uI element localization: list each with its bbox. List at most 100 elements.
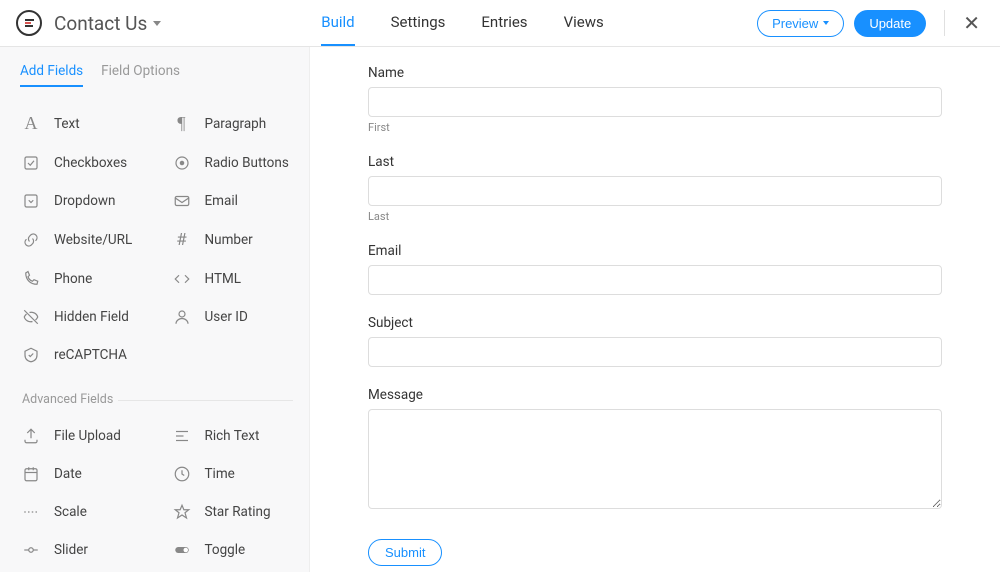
field-type-label: Phone: [54, 271, 92, 287]
field-label: Last: [368, 154, 942, 170]
field-type-phone[interactable]: Phone: [4, 260, 155, 298]
field-type-paragraph[interactable]: ¶ Paragraph: [155, 103, 306, 144]
field-type-label: Website/URL: [54, 232, 132, 248]
form-title: Contact Us: [54, 12, 147, 35]
recaptcha-icon: [20, 346, 42, 364]
field-label: Subject: [368, 315, 942, 331]
close-icon: ✕: [963, 11, 980, 35]
basic-fields-grid: AText ¶ Paragraph Checkboxes Radio Buttons Dr…: [0, 97, 309, 380]
field-type-text[interactable]: AText: [4, 103, 155, 144]
star-icon: [171, 503, 193, 521]
form-field: Last Last: [368, 154, 942, 223]
advanced-fields-header: Advanced Fields: [0, 380, 309, 411]
field-type-time[interactable]: Time: [155, 455, 306, 493]
field-type-email[interactable]: Email: [155, 182, 306, 220]
field-type-slider[interactable]: Slider: [4, 531, 155, 569]
field-type-label: HTML: [205, 271, 242, 287]
field-type-label: Dropdown: [54, 193, 116, 209]
toggle-icon: [171, 541, 193, 559]
tab-settings[interactable]: Settings: [391, 0, 446, 46]
form-field: Message: [368, 387, 942, 513]
preview-button[interactable]: Preview: [757, 10, 844, 37]
tab-build[interactable]: Build: [321, 0, 354, 46]
hidden-icon: [20, 308, 42, 326]
app-logo: [16, 10, 42, 36]
nav-tabs: Build Settings Entries Views: [321, 0, 603, 46]
field-input[interactable]: [368, 87, 942, 117]
field-type-userid[interactable]: User ID: [155, 298, 306, 336]
field-input[interactable]: [368, 265, 942, 295]
close-button[interactable]: ✕: [959, 7, 984, 39]
field-sublabel: First: [368, 121, 942, 134]
field-sublabel: Last: [368, 210, 942, 223]
field-input[interactable]: [368, 337, 942, 367]
scale-icon: [20, 503, 42, 521]
form-field: Subject: [368, 315, 942, 367]
field-type-html[interactable]: HTML: [155, 260, 306, 298]
field-type-label: Date: [54, 466, 82, 482]
field-label: Name: [368, 65, 942, 81]
email-icon: [171, 192, 193, 210]
tab-views[interactable]: Views: [564, 0, 604, 46]
field-type-upload[interactable]: File Upload: [4, 417, 155, 455]
field-type-url[interactable]: Website/URL: [4, 220, 155, 260]
form-field: Name First: [368, 65, 942, 134]
field-input[interactable]: [368, 176, 942, 206]
field-type-label: Paragraph: [205, 116, 267, 132]
radio-icon: [171, 154, 193, 172]
field-input[interactable]: [368, 409, 942, 509]
field-type-label: File Upload: [54, 428, 121, 444]
field-type-label: Scale: [54, 504, 87, 520]
field-type-label: Hidden Field: [54, 309, 129, 325]
checkboxes-icon: [20, 154, 42, 172]
update-button[interactable]: Update: [854, 10, 926, 37]
slider-icon: [20, 541, 42, 559]
chevron-down-icon: [823, 21, 829, 25]
field-type-hidden[interactable]: Hidden Field: [4, 298, 155, 336]
field-type-number[interactable]: # Number: [155, 220, 306, 260]
field-type-radio[interactable]: Radio Buttons: [155, 144, 306, 182]
field-type-label: Checkboxes: [54, 155, 127, 171]
number-icon: #: [171, 230, 193, 250]
field-type-label: Star Rating: [205, 504, 271, 520]
field-type-scale[interactable]: Scale: [4, 493, 155, 531]
field-type-label: Time: [205, 466, 235, 482]
text-icon: A: [20, 113, 42, 134]
phone-icon: [20, 270, 42, 288]
paragraph-icon: ¶: [171, 113, 193, 134]
field-type-label: Email: [205, 193, 238, 209]
field-type-label: Slider: [54, 542, 88, 558]
field-type-toggle[interactable]: Toggle: [155, 531, 306, 569]
divider: [944, 10, 945, 36]
dropdown-icon: [20, 192, 42, 210]
form-title-dropdown[interactable]: Contact Us: [54, 12, 161, 35]
field-type-label: Rich Text: [205, 428, 260, 444]
sidebar: Add Fields Field Options AText ¶ Paragraph…: [0, 47, 310, 572]
field-type-checkboxes[interactable]: Checkboxes: [4, 144, 155, 182]
preview-label: Preview: [772, 16, 818, 31]
field-type-label: Number: [205, 232, 253, 248]
field-type-label: reCAPTCHA: [54, 347, 127, 363]
date-icon: [20, 465, 42, 483]
chevron-down-icon: [153, 21, 161, 26]
tab-entries[interactable]: Entries: [481, 0, 527, 46]
sidebar-tab-add-fields[interactable]: Add Fields: [20, 63, 83, 87]
field-type-label: Toggle: [205, 542, 246, 558]
field-type-dropdown[interactable]: Dropdown: [4, 182, 155, 220]
time-icon: [171, 465, 193, 483]
form-field: Email: [368, 243, 942, 295]
field-type-star[interactable]: Star Rating: [155, 493, 306, 531]
field-type-label: User ID: [205, 309, 248, 325]
field-type-label: Radio Buttons: [205, 155, 289, 171]
sidebar-tab-field-options[interactable]: Field Options: [101, 63, 180, 87]
field-type-richtext[interactable]: Rich Text: [155, 417, 306, 455]
field-type-date[interactable]: Date: [4, 455, 155, 493]
userid-icon: [171, 308, 193, 326]
upload-icon: [20, 427, 42, 445]
html-icon: [171, 270, 193, 288]
field-label: Message: [368, 387, 942, 403]
field-type-recaptcha[interactable]: reCAPTCHA: [4, 336, 305, 374]
submit-button[interactable]: Submit: [368, 539, 442, 566]
header: Contact Us Build Settings Entries Views …: [0, 0, 1000, 47]
field-label: Email: [368, 243, 942, 259]
